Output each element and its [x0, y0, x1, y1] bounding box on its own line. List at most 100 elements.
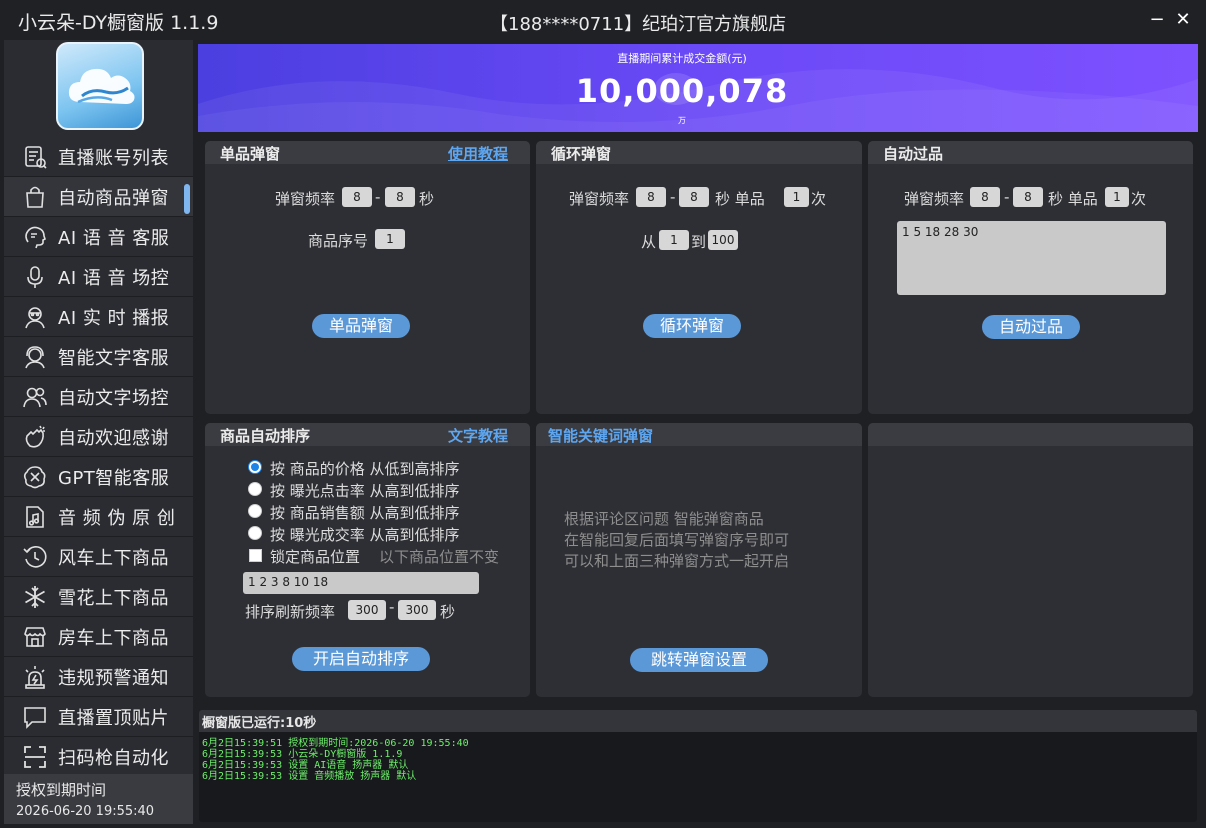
freq-min-input[interactable]: 8 — [636, 187, 666, 207]
log-panel: 橱窗版已运行:10秒 6月2日15:39:51 授权到期时间:2026-06-2… — [199, 710, 1197, 822]
sidebar-item-label: 自动商品弹窗 — [58, 187, 169, 209]
freq-max-input[interactable]: 8 — [679, 187, 709, 207]
sec-label: 秒 — [440, 603, 456, 621]
freq-label: 弹窗频率 — [904, 190, 965, 208]
sidebar-item-label: 直播账号列表 — [58, 147, 169, 169]
lock-position-label: 锁定商品位置 — [270, 548, 361, 566]
start-auto-sort-button[interactable]: 开启自动排序 — [292, 647, 430, 671]
log-line: 6月2日15:39:53 小云朵-DY橱窗版 1.1.9 — [202, 749, 403, 760]
lock-list-input[interactable]: 1 2 3 8 10 18 — [243, 572, 479, 594]
sidebar-item-label: 扫码枪自动化 — [58, 747, 169, 769]
lock-position-hint: 以下商品位置不变 — [379, 548, 500, 566]
logo-area — [4, 40, 193, 137]
times-input[interactable]: 1 — [1105, 187, 1129, 207]
auto-pass-button[interactable]: 自动过品 — [982, 315, 1080, 339]
sidebar: 直播账号列表 自动商品弹窗 AI 语 音 客服 AI 语 音 场控 AI 实 时… — [4, 40, 193, 824]
panel-title: 自动过品 — [883, 145, 944, 163]
refresh-min-input[interactable]: 300 — [348, 600, 386, 620]
shop-title: 【188****0711】纪珀汀官方旗舰店 — [490, 14, 787, 35]
sidebar-item-label: 雪花上下商品 — [58, 587, 169, 609]
freq-min-input[interactable]: 8 — [342, 187, 372, 207]
auto-sort-panel: 商品自动排序 文字教程 按 商品的价格 从低到高排序 按 曝光点击率 从高到低排… — [205, 423, 530, 697]
panel-title: 循环弹窗 — [551, 145, 612, 163]
sidebar-item-snowflake-products[interactable]: 雪花上下商品 — [4, 577, 193, 617]
refresh-max-input[interactable]: 300 — [398, 600, 436, 620]
sidebar-item-audio-pseudo-original[interactable]: 音 频 伪 原 创 — [4, 497, 193, 537]
log-line: 6月2日15:39:51 授权到期时间:2026-06-20 19:55:40 — [202, 738, 469, 749]
times-input[interactable]: 1 — [784, 187, 809, 207]
broadcaster-icon — [20, 302, 50, 332]
loop-popup-button[interactable]: 循环弹窗 — [643, 314, 741, 338]
store-icon — [20, 622, 50, 652]
sidebar-item-auto-text-control[interactable]: 自动文字场控 — [4, 377, 193, 417]
sort-option-radio[interactable] — [248, 482, 262, 496]
sec-single-label: 秒 单品 — [715, 190, 765, 208]
sidebar-item-smart-text-service[interactable]: 智能文字客服 — [4, 337, 193, 377]
lock-position-checkbox[interactable] — [249, 549, 262, 562]
sidebar-item-label: AI 语 音 场控 — [58, 267, 170, 289]
auth-date: 2026-06-20 19:55:40 — [16, 804, 155, 819]
from-input[interactable]: 1 — [659, 230, 689, 250]
text-tutorial-link[interactable]: 文字教程 — [448, 425, 508, 446]
to-input[interactable]: 100 — [708, 230, 738, 250]
panel-header: 单品弹窗 使用教程 — [205, 141, 530, 164]
freq-max-input[interactable]: 8 — [1013, 187, 1043, 207]
sidebar-item-auto-product-popup[interactable]: 自动商品弹窗 — [4, 177, 193, 217]
sec-single-label: 秒 单品 — [1048, 190, 1098, 208]
sidebar-item-label: 房车上下商品 — [58, 627, 169, 649]
keyword-popup-panel: 智能关键词弹窗 根据评论区问题 智能弹窗商品 在智能回复后面填写弹窗序号即可 可… — [536, 423, 862, 697]
clock-history-icon — [20, 542, 50, 572]
sort-option-radio[interactable] — [248, 460, 262, 474]
minimize-button[interactable]: − — [1146, 9, 1168, 31]
sales-banner: 直播期间累计成交金额(元) 10,000,078 万 — [198, 44, 1198, 132]
freq-min-input[interactable]: 8 — [970, 187, 1000, 207]
sidebar-item-scanner-automation[interactable]: 扫码枪自动化 — [4, 737, 193, 777]
log-output[interactable]: 6月2日15:39:51 授权到期时间:2026-06-20 19:55:40 … — [199, 732, 1197, 788]
microphone-icon — [20, 262, 50, 292]
snowflake-icon — [20, 582, 50, 612]
tutorial-link[interactable]: 使用教程 — [448, 143, 508, 164]
index-label: 商品序号 — [308, 232, 369, 250]
close-button[interactable]: ✕ — [1172, 9, 1194, 31]
keyword-desc-line3: 可以和上面三种弹窗方式一起开启 — [564, 552, 790, 570]
sidebar-item-rv-products[interactable]: 房车上下商品 — [4, 617, 193, 657]
sort-option-radio[interactable] — [248, 504, 262, 518]
sidebar-item-label: 自动文字场控 — [58, 387, 169, 409]
sidebar-item-label: 违规预警通知 — [58, 667, 169, 689]
sort-option-label: 按 曝光点击率 从高到低排序 — [270, 482, 460, 500]
index-input[interactable]: 1 — [375, 229, 405, 249]
loop-popup-panel: 循环弹窗 弹窗频率 8 - 8 秒 单品 1 次 从 1 到 100 循环弹窗 — [536, 141, 862, 414]
freq-max-input[interactable]: 8 — [385, 187, 415, 207]
sidebar-item-auto-welcome[interactable]: 自动欢迎感谢 — [4, 417, 193, 457]
users-icon — [20, 382, 50, 412]
product-list-textarea[interactable]: 1 5 18 28 30 — [897, 221, 1166, 295]
goto-popup-settings-button[interactable]: 跳转弹窗设置 — [630, 648, 768, 672]
panel-title: 商品自动排序 — [220, 427, 311, 445]
sidebar-item-ai-voice-service[interactable]: AI 语 音 客服 — [4, 217, 193, 257]
panel-title: 单品弹窗 — [220, 145, 281, 163]
panel-header: 循环弹窗 — [536, 141, 862, 164]
sidebar-item-windmill-products[interactable]: 风车上下商品 — [4, 537, 193, 577]
chat-bubble-icon — [20, 702, 50, 732]
log-line: 6月2日15:39:53 设置 AI语音 扬声器 默认 — [202, 760, 409, 771]
sec-label: 秒 — [419, 190, 435, 208]
shopping-bag-icon — [20, 182, 50, 212]
sidebar-item-label: 音 频 伪 原 创 — [58, 507, 176, 529]
times-label: 次 — [1131, 190, 1147, 208]
refresh-label: 排序刷新频率 — [245, 603, 336, 621]
welcome-hand-icon — [20, 422, 50, 452]
panel-header: 智能关键词弹窗 — [536, 423, 862, 446]
sidebar-item-pinned-sticker[interactable]: 直播置顶贴片 — [4, 697, 193, 737]
sidebar-item-gpt-service[interactable]: GPT智能客服 — [4, 457, 193, 497]
sidebar-item-ai-voice-control[interactable]: AI 语 音 场控 — [4, 257, 193, 297]
sidebar-item-account-list[interactable]: 直播账号列表 — [4, 137, 193, 177]
sort-option-radio[interactable] — [248, 526, 262, 540]
keyword-desc-line2: 在智能回复后面填写弹窗序号即可 — [564, 531, 790, 549]
sidebar-nav: 直播账号列表 自动商品弹窗 AI 语 音 客服 AI 语 音 场控 AI 实 时… — [4, 137, 193, 777]
support-agent-icon — [20, 342, 50, 372]
sidebar-item-ai-live-broadcast[interactable]: AI 实 时 播报 — [4, 297, 193, 337]
sidebar-item-violation-warning[interactable]: 违规预警通知 — [4, 657, 193, 697]
single-popup-button[interactable]: 单品弹窗 — [312, 314, 410, 338]
active-indicator — [184, 184, 190, 214]
sort-option-label: 按 曝光成交率 从高到低排序 — [270, 526, 460, 544]
